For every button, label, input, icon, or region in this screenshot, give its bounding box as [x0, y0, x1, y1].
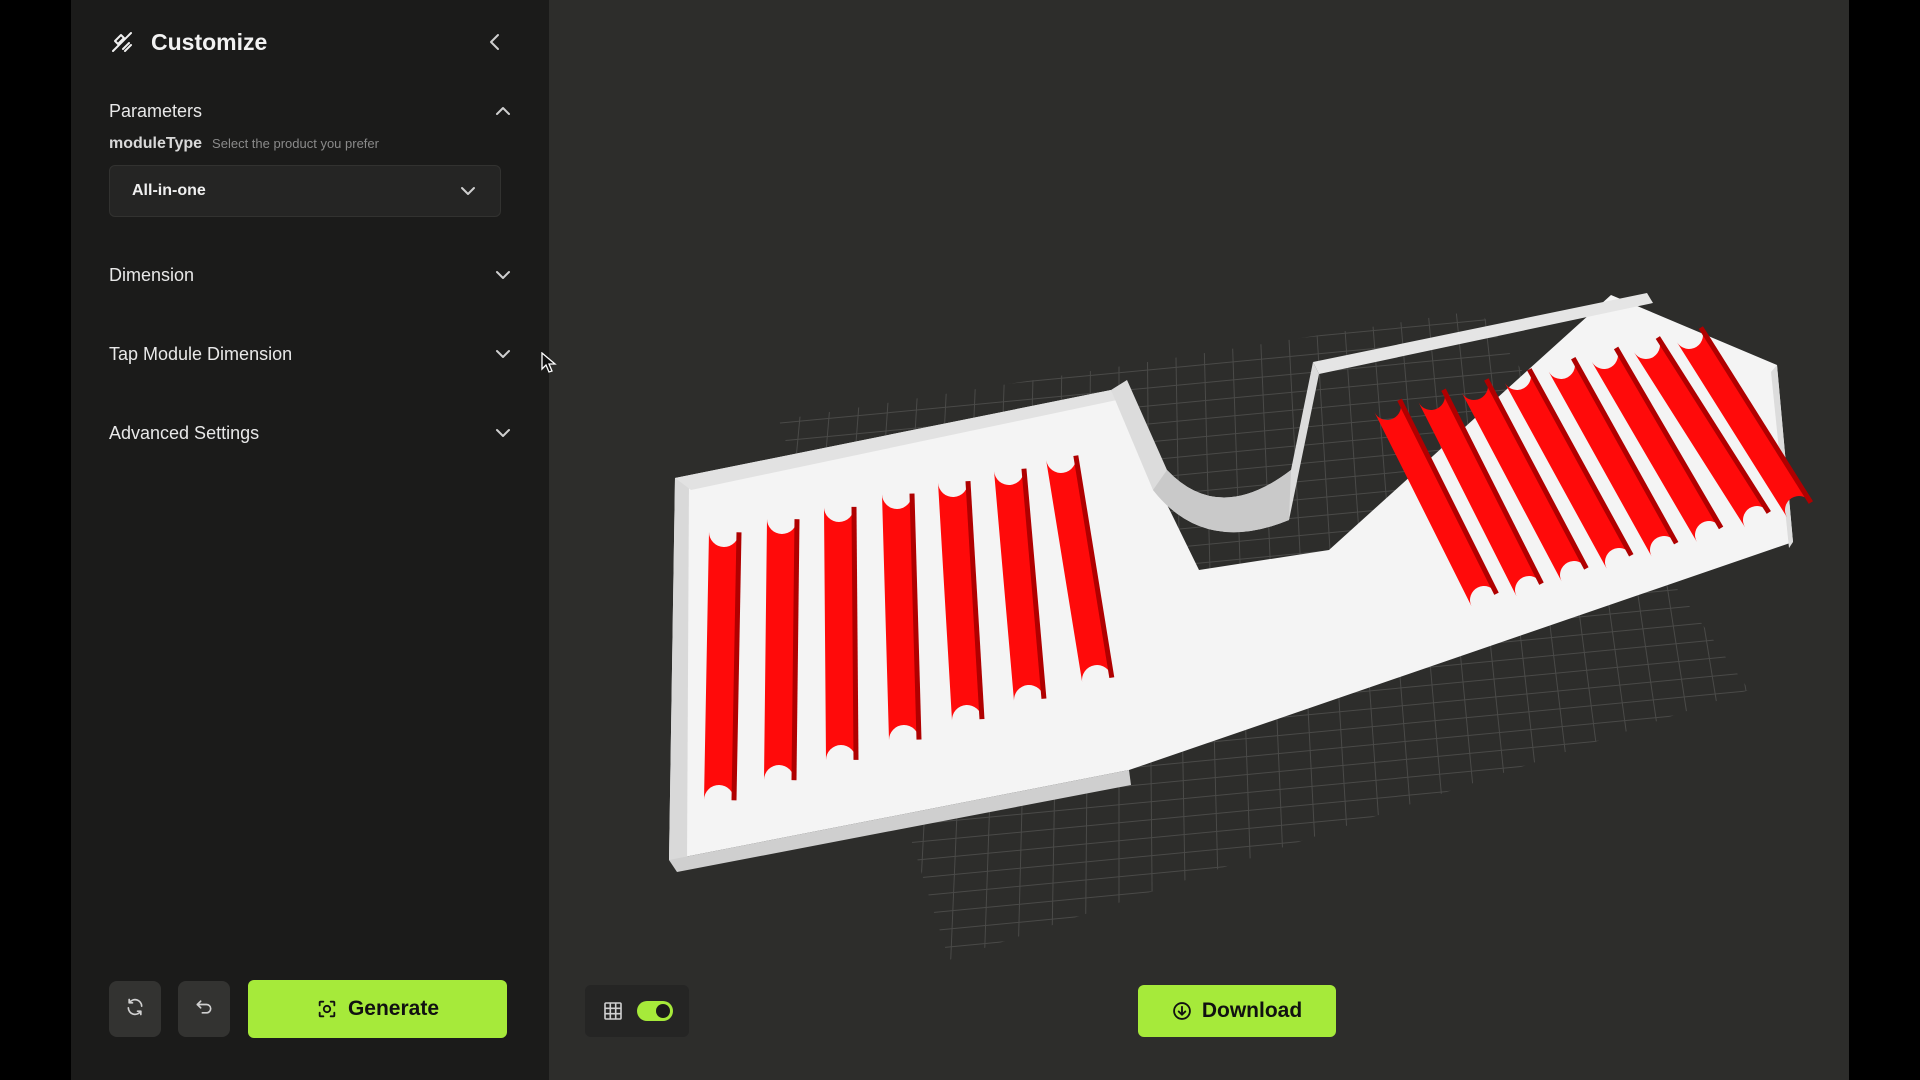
ridge-shadow — [851, 506, 859, 760]
advanced-settings-section: Advanced Settings — [109, 415, 513, 451]
3d-viewport[interactable]: Download — [549, 0, 1849, 1080]
module-type-param: moduleType Select the product you prefer — [109, 135, 513, 153]
sidebar-header: Customize — [109, 24, 509, 60]
generate-label: Generate — [347, 997, 440, 1020]
dimension-label: Dimension — [109, 264, 195, 285]
grid-line — [779, 883, 1749, 960]
model-canvas[interactable] — [549, 0, 1849, 1080]
grid-line — [779, 847, 1749, 949]
chevron-down-icon — [493, 265, 513, 285]
tap-module-dimension-label: Tap Module Dimension — [109, 343, 293, 364]
undo-icon — [194, 997, 214, 1022]
generate-button[interactable]: Generate — [248, 980, 507, 1038]
download-button[interactable]: Download — [1138, 985, 1336, 1037]
grid-line — [779, 865, 1749, 960]
module-type-hint: Select the product you prefer — [212, 136, 379, 151]
reset-button[interactable] — [109, 981, 161, 1037]
dimension-section: Dimension — [109, 257, 513, 293]
module-type-select[interactable]: All-in-one — [109, 165, 501, 217]
chevron-down-icon — [458, 181, 478, 201]
ridge — [824, 506, 856, 761]
app-window: Customize Parameters moduleType Select t… — [71, 0, 1849, 1080]
grid-line — [779, 829, 1749, 931]
grid-line — [1791, 300, 1849, 1000]
chevron-down-icon — [493, 423, 513, 443]
toggle-knob — [656, 1004, 670, 1018]
tap-module-dimension-header[interactable]: Tap Module Dimension — [109, 336, 513, 372]
view-controls — [585, 985, 689, 1037]
undo-button[interactable] — [178, 981, 230, 1037]
advanced-settings-header[interactable]: Advanced Settings — [109, 415, 513, 451]
grid-icon[interactable] — [603, 1001, 623, 1021]
download-icon — [1172, 1002, 1191, 1020]
mouse-cursor-icon — [541, 352, 557, 373]
parameters-label: Parameters — [109, 100, 203, 121]
chevron-up-icon — [493, 101, 513, 121]
parameters-header[interactable]: Parameters — [109, 93, 513, 129]
ridge-shadow — [791, 519, 800, 781]
tap-module-dimension-section: Tap Module Dimension — [109, 336, 513, 372]
dimension-header[interactable]: Dimension — [109, 257, 513, 293]
generate-icon — [318, 1000, 336, 1018]
chevron-down-icon — [493, 344, 513, 364]
module-type-value: All-in-one — [132, 182, 206, 199]
chevron-left-icon[interactable] — [481, 28, 509, 56]
customize-sidebar: Customize Parameters moduleType Select t… — [71, 0, 549, 1080]
grid-line — [749, 200, 1799, 300]
sidebar-title: Customize — [151, 28, 268, 55]
grid-toggle-switch[interactable] — [637, 1001, 673, 1021]
download-label: Download — [1201, 999, 1303, 1022]
module-type-label: moduleType — [109, 135, 203, 152]
advanced-settings-label: Advanced Settings — [109, 422, 260, 443]
refresh-icon — [125, 997, 145, 1022]
3d-model — [669, 293, 1813, 872]
customize-tools-icon — [109, 29, 135, 55]
parameters-section: Parameters moduleType Select the product… — [109, 93, 513, 217]
